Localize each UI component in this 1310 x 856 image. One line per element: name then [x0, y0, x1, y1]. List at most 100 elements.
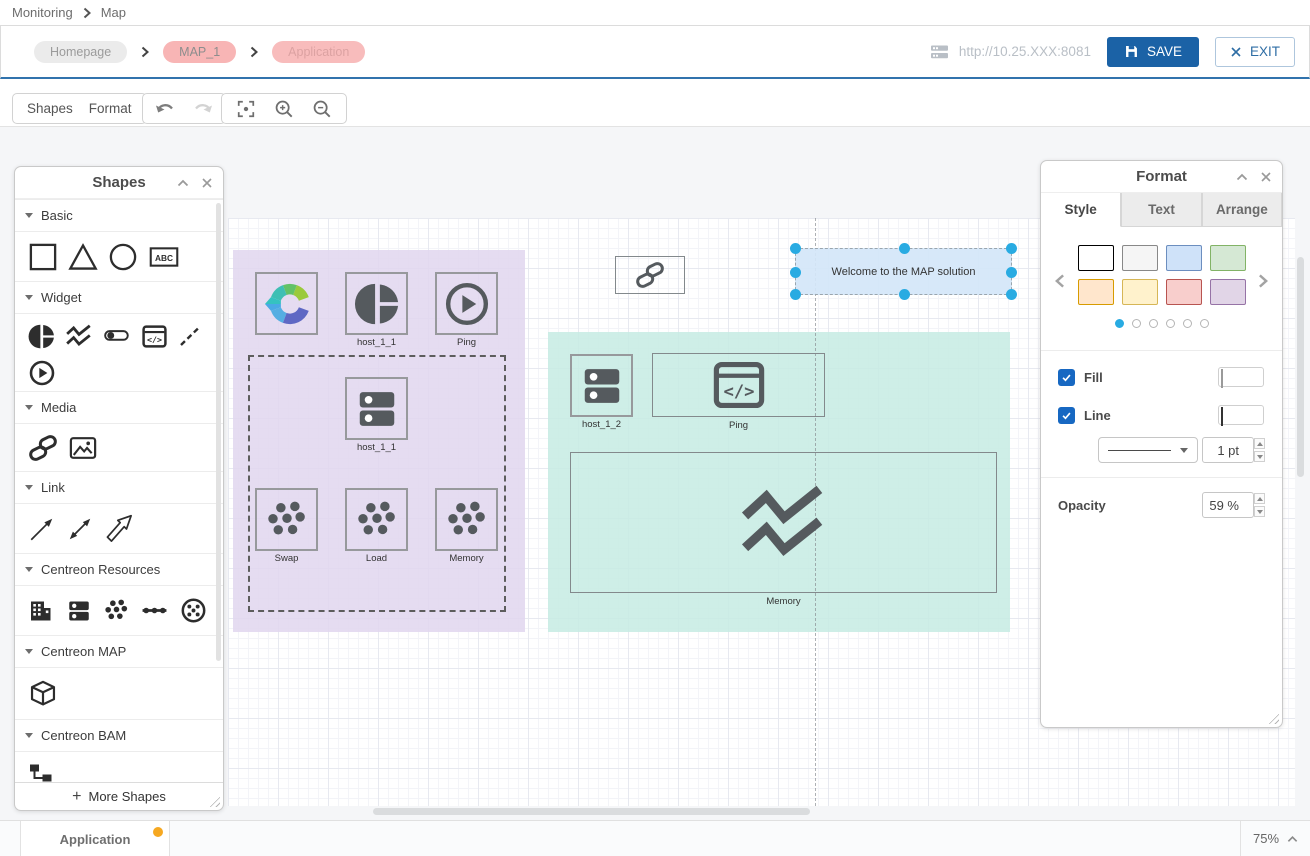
- chip-application[interactable]: Application: [272, 41, 365, 63]
- shape-code-window[interactable]: [141, 323, 168, 350]
- selection-handle[interactable]: [1006, 243, 1017, 254]
- breadcrumb-map[interactable]: Map: [101, 5, 126, 20]
- style-swatch[interactable]: [1078, 279, 1114, 305]
- diagram-canvas[interactable]: host_1_1 Ping host_1_1 Swap Load Memory …: [0, 127, 1310, 820]
- node-ping-player[interactable]: Ping: [435, 272, 498, 335]
- node-host-1-2[interactable]: host_1_2: [570, 354, 633, 417]
- node-host-1-1-pie[interactable]: host_1_1: [345, 272, 408, 335]
- node-ping-code[interactable]: Ping: [652, 353, 825, 417]
- shape-triangle[interactable]: [68, 242, 98, 272]
- carousel-dot[interactable]: [1200, 319, 1209, 328]
- shape-dashed-line[interactable]: [178, 323, 204, 349]
- horizontal-scrollbar[interactable]: [373, 808, 810, 815]
- section-widget[interactable]: Widget: [15, 281, 223, 313]
- shape-arrow[interactable]: [28, 515, 56, 543]
- shape-square[interactable]: [28, 242, 58, 272]
- style-swatch[interactable]: [1210, 245, 1246, 271]
- node-memory-dots[interactable]: Memory: [435, 488, 498, 551]
- spin-up-icon[interactable]: [1254, 438, 1265, 449]
- collapse-icon[interactable]: [1236, 173, 1248, 181]
- node-memory-graph[interactable]: Memory: [570, 452, 997, 593]
- selection-handle[interactable]: [899, 289, 910, 300]
- shape-graph-lines[interactable]: [65, 322, 93, 350]
- opacity-input[interactable]: [1202, 492, 1254, 518]
- welcome-textbox[interactable]: Welcome to the MAP solution: [795, 248, 1012, 295]
- fill-color-button[interactable]: [1218, 367, 1264, 387]
- shape-metaservice[interactable]: [141, 597, 168, 624]
- line-style-dropdown[interactable]: [1098, 437, 1198, 463]
- tab-text[interactable]: Text: [1121, 193, 1201, 227]
- more-shapes-button[interactable]: + More Shapes: [15, 782, 223, 810]
- shape-hostgroup[interactable]: [28, 598, 54, 624]
- panel-scrollbar[interactable]: [216, 203, 221, 661]
- line-width-input[interactable]: [1202, 437, 1254, 463]
- selection-handle[interactable]: [790, 243, 801, 254]
- zoom-in-icon[interactable]: [274, 99, 294, 119]
- carousel-dot[interactable]: [1149, 319, 1158, 328]
- carousel-dot[interactable]: [1132, 319, 1141, 328]
- style-swatch[interactable]: [1166, 245, 1202, 271]
- carousel-dot[interactable]: [1115, 319, 1124, 328]
- carousel-dot[interactable]: [1166, 319, 1175, 328]
- spin-down-icon[interactable]: [1254, 506, 1265, 517]
- node-swap[interactable]: Swap: [255, 488, 318, 551]
- selection-handle[interactable]: [899, 243, 910, 254]
- node-centreon-logo[interactable]: [255, 272, 318, 335]
- shape-pie-chart[interactable]: [28, 323, 55, 350]
- selection-handle[interactable]: [1006, 289, 1017, 300]
- node-host-1-1-server[interactable]: host_1_1: [345, 377, 408, 440]
- spin-down-icon[interactable]: [1254, 451, 1265, 462]
- section-basic[interactable]: Basic: [15, 199, 223, 231]
- close-icon[interactable]: [1260, 171, 1272, 183]
- shape-host[interactable]: [66, 598, 92, 624]
- shape-block-arrow[interactable]: [104, 514, 134, 544]
- exit-button[interactable]: EXIT: [1215, 37, 1295, 67]
- zoom-level-control[interactable]: 75%: [1240, 821, 1310, 856]
- selection-handle[interactable]: [790, 289, 801, 300]
- shape-double-arrow[interactable]: [66, 515, 94, 543]
- selection-handle[interactable]: [790, 267, 801, 278]
- style-swatch[interactable]: [1166, 279, 1202, 305]
- section-media[interactable]: Media: [15, 391, 223, 423]
- undo-icon[interactable]: [155, 100, 176, 117]
- shape-media-player[interactable]: [28, 359, 56, 387]
- carousel-prev-icon[interactable]: [1055, 273, 1065, 289]
- fill-checkbox[interactable]: [1058, 369, 1075, 386]
- line-color-button[interactable]: [1218, 405, 1264, 425]
- tab-arrange[interactable]: Arrange: [1202, 193, 1282, 227]
- section-centreon-map[interactable]: Centreon MAP: [15, 635, 223, 667]
- tab-application[interactable]: Application: [20, 821, 170, 856]
- shape-service[interactable]: [180, 597, 207, 624]
- save-button[interactable]: SAVE: [1107, 37, 1199, 67]
- shape-circle[interactable]: [108, 242, 138, 272]
- carousel-next-icon[interactable]: [1258, 273, 1268, 289]
- node-load[interactable]: Load: [345, 488, 408, 551]
- redo-icon[interactable]: [192, 100, 213, 117]
- fit-screen-icon[interactable]: [236, 99, 256, 119]
- shape-gauge[interactable]: [103, 322, 131, 350]
- style-swatch[interactable]: [1210, 279, 1246, 305]
- menu-format[interactable]: Format: [89, 101, 132, 116]
- carousel-dot[interactable]: [1183, 319, 1192, 328]
- close-icon[interactable]: [201, 177, 213, 189]
- chip-map-1[interactable]: MAP_1: [163, 41, 236, 63]
- vertical-scrollbar[interactable]: [1297, 257, 1304, 477]
- style-swatch[interactable]: [1078, 245, 1114, 271]
- section-centreon-resources[interactable]: Centreon Resources: [15, 553, 223, 585]
- collapse-icon[interactable]: [177, 179, 189, 187]
- breadcrumb-monitoring[interactable]: Monitoring: [12, 5, 73, 20]
- shape-textbox-abc[interactable]: [148, 242, 180, 272]
- line-checkbox[interactable]: [1058, 407, 1075, 424]
- node-url-link[interactable]: [615, 256, 685, 294]
- shape-image[interactable]: [68, 433, 98, 463]
- chip-homepage[interactable]: Homepage: [34, 41, 127, 63]
- section-link[interactable]: Link: [15, 471, 223, 503]
- style-swatch[interactable]: [1122, 245, 1158, 271]
- shape-url-link[interactable]: [28, 433, 58, 463]
- resize-handle[interactable]: [1266, 711, 1279, 724]
- selection-handle[interactable]: [1006, 267, 1017, 278]
- shape-container[interactable]: [28, 679, 58, 709]
- style-swatch[interactable]: [1122, 279, 1158, 305]
- shape-servicegroup[interactable]: [104, 598, 129, 623]
- menu-shapes[interactable]: Shapes: [27, 101, 73, 116]
